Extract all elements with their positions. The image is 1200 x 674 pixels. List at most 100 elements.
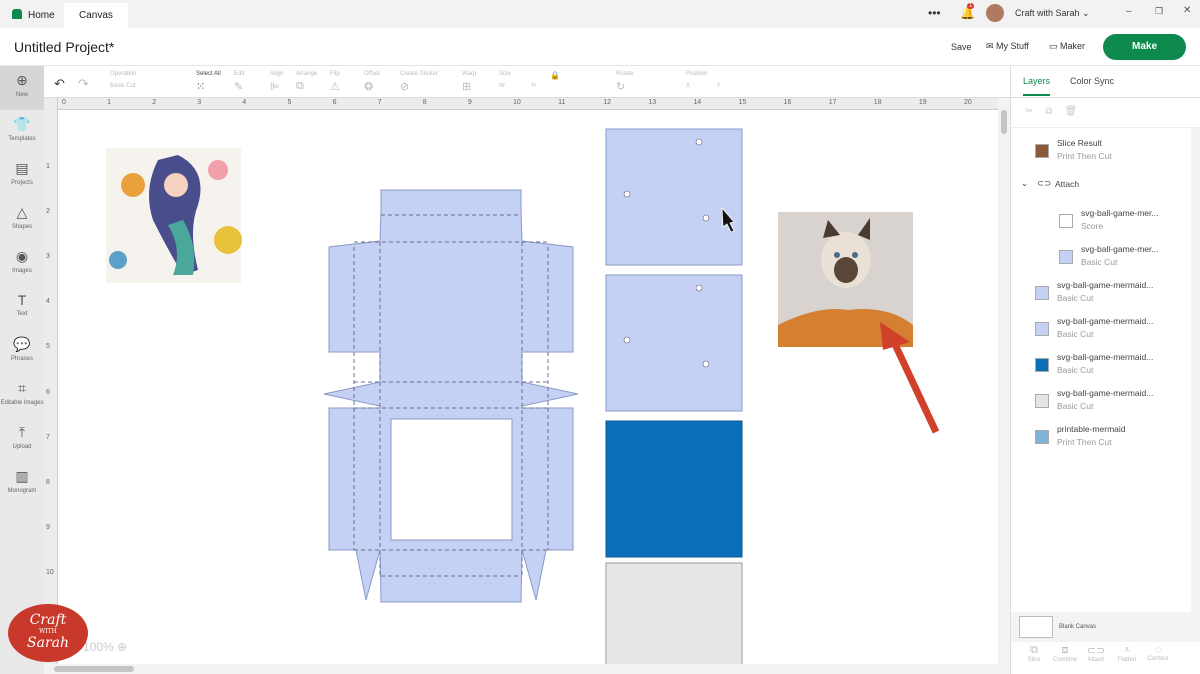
sidebar-item-upload[interactable]: ⤒ Upload — [0, 418, 44, 462]
templates-icon: 👕 — [13, 116, 31, 132]
tool-attach[interactable]: ⊂⊃ Attach — [1081, 644, 1111, 663]
cat-photo[interactable] — [778, 212, 913, 347]
sidebar-item-shapes[interactable]: △ Shapes — [0, 198, 44, 242]
tool-contour[interactable]: ◌ Contour — [1143, 644, 1173, 662]
flip-button[interactable]: Flip ⚠ — [330, 71, 340, 93]
avatar[interactable] — [986, 4, 1004, 22]
tool-flatten[interactable]: ⩡ Flatten — [1112, 644, 1142, 663]
square-2[interactable] — [605, 274, 743, 412]
tab-canvas-label: Canvas — [79, 10, 113, 21]
ruler-tick-label: 3 — [46, 253, 50, 261]
select-all-label: Select All — [196, 71, 221, 77]
layer-group-attach[interactable]: ⌄ ⊂⊃ Attach — [1011, 175, 1191, 211]
redo-icon[interactable]: ↷ — [78, 76, 89, 92]
sidebar-item-editable-images[interactable]: ⌗ Editable Images — [0, 374, 44, 418]
layer-item[interactable]: Slice Result Print Then Cut — [1011, 138, 1191, 174]
ruler-tick-label: 1 — [107, 99, 111, 106]
warp-label: Warp — [462, 71, 477, 77]
layer-item[interactable]: svg-ball-game-mermaid... Basic Cut — [1011, 388, 1191, 424]
design-canvas[interactable]: 100% ⊕ — [58, 110, 998, 674]
craft-with-sarah-logo: Craft WITH Sarah — [8, 604, 88, 662]
blank-canvas-row[interactable]: Blank Canvas — [1011, 612, 1200, 642]
layers-scrollbar[interactable] — [1191, 128, 1200, 612]
layer-operation: Basic Cut — [1057, 365, 1094, 375]
vertical-scrollbar[interactable] — [998, 98, 1010, 664]
warp-button[interactable]: Warp ⊞ — [462, 71, 476, 93]
layer-item[interactable]: svg-ball-game-mer... Score — [1011, 208, 1191, 244]
close-icon[interactable]: ✕ — [1183, 5, 1191, 16]
width-field[interactable]: W — [499, 83, 505, 89]
sidebar-item-text[interactable]: T Text — [0, 286, 44, 330]
arrange-button[interactable]: Arrange ⧉ — [296, 71, 317, 93]
maximize-icon[interactable]: ❐ — [1155, 6, 1163, 17]
maker-button[interactable]: ▭ Maker — [1049, 41, 1085, 52]
sidebar-label: Phrases — [10, 356, 33, 362]
square-dark-blue[interactable] — [605, 420, 743, 558]
save-button[interactable]: Save — [951, 42, 972, 52]
create-sticker-button[interactable]: Create Sticker ⊘ — [400, 71, 438, 93]
square-gray[interactable] — [605, 562, 743, 674]
make-button[interactable]: Make — [1103, 34, 1186, 60]
sidebar-item-monogram[interactable]: ▥ Monogram — [0, 462, 44, 506]
delete-icon[interactable]: 🗑 — [1065, 106, 1090, 117]
sidebar-item-templates[interactable]: 👕 Templates — [0, 110, 44, 154]
edit-button[interactable]: Edit ✎ — [234, 71, 244, 93]
height-field[interactable]: H — [531, 83, 535, 89]
tab-home[interactable]: Home — [0, 3, 67, 28]
flip-icon: ⚠ — [330, 81, 340, 93]
layer-item[interactable]: printable-mermaid Print Then Cut — [1011, 424, 1191, 460]
minimize-icon[interactable]: – — [1126, 6, 1132, 17]
ruler-tick-label: 20 — [964, 99, 972, 106]
layer-item[interactable]: svg-ball-game-mermaid... Basic Cut — [1011, 352, 1191, 388]
tab-layers[interactable]: Layers — [1023, 76, 1051, 96]
ungroup-icon[interactable]: ✂ — [1025, 106, 1045, 117]
layer-item[interactable]: svg-ball-game-mermaid... Basic Cut — [1011, 316, 1191, 352]
tab-color-sync[interactable]: Color Sync — [1070, 76, 1114, 86]
sidebar-item-projects[interactable]: ▤ Projects — [0, 154, 44, 198]
sidebar-item-new[interactable]: ⊕ New — [0, 66, 44, 110]
blank-canvas-swatch — [1019, 616, 1053, 638]
monogram-icon: ▥ — [15, 468, 29, 484]
zoom-level[interactable]: 100% ⊕ — [83, 640, 127, 654]
layer-thumbnail — [1035, 286, 1049, 300]
chevron-down-icon[interactable]: ⌄ — [1021, 178, 1028, 189]
x-field[interactable]: X — [686, 83, 690, 89]
user-menu[interactable]: Craft with Sarah ⌄ — [1015, 8, 1090, 19]
size-inputs[interactable]: Size W H — [499, 71, 536, 89]
tool-combine[interactable]: ⧈ Combine — [1050, 644, 1080, 663]
zoom-in-icon[interactable]: ⊕ — [117, 640, 127, 654]
horizontal-scrollbar[interactable] — [44, 664, 1010, 674]
tool-slice[interactable]: ⧉ Slice — [1019, 644, 1049, 663]
text-icon: T — [17, 292, 27, 308]
edit-label: Edit — [234, 71, 245, 77]
select-all-button[interactable]: Select All ⁙ — [196, 71, 221, 93]
sidebar-item-phrases[interactable]: 💬 Phrases — [0, 330, 44, 374]
ruler-tick-label: 4 — [242, 99, 247, 106]
operation-select[interactable]: Operation Basic Cut — [110, 71, 136, 89]
lock-icon[interactable]: 🔒 — [550, 71, 560, 80]
tab-canvas[interactable]: Canvas — [64, 3, 128, 28]
tool-label: Contour — [1147, 656, 1169, 662]
rotate-input[interactable]: Rotate ↻ — [616, 71, 634, 93]
tool-label: Flatten — [1117, 657, 1137, 663]
y-field[interactable]: Y — [717, 83, 721, 89]
sidebar-item-images[interactable]: ◉ Images — [0, 242, 44, 286]
undo-icon[interactable]: ↶ — [54, 76, 65, 92]
layer-item[interactable]: svg-ball-game-mer... Basic Cut — [1011, 244, 1191, 280]
ruler-tick-label: 10 — [46, 568, 54, 576]
position-inputs[interactable]: Position X Y — [686, 71, 721, 89]
layer-item[interactable]: svg-ball-game-mermaid... Basic Cut — [1011, 280, 1191, 316]
square-1[interactable] — [605, 128, 743, 266]
layer-name: Attach — [1055, 179, 1080, 189]
box-template[interactable] — [323, 189, 579, 603]
my-stuff-button[interactable]: ✉ My Stuff — [986, 41, 1029, 52]
ruler-tick-label: 2 — [152, 99, 157, 106]
align-button[interactable]: Align ⊫ — [270, 71, 283, 93]
layer-actions: ✂⧉🗑 — [1025, 106, 1089, 117]
offset-button[interactable]: Offset ❂ — [364, 71, 380, 93]
page-title[interactable]: Untitled Project* — [14, 39, 114, 55]
more-icon[interactable]: ••• — [928, 6, 941, 20]
duplicate-icon[interactable]: ⧉ — [1045, 106, 1064, 117]
arrange-icon: ⧉ — [296, 80, 304, 92]
mermaid-image[interactable] — [106, 148, 242, 283]
